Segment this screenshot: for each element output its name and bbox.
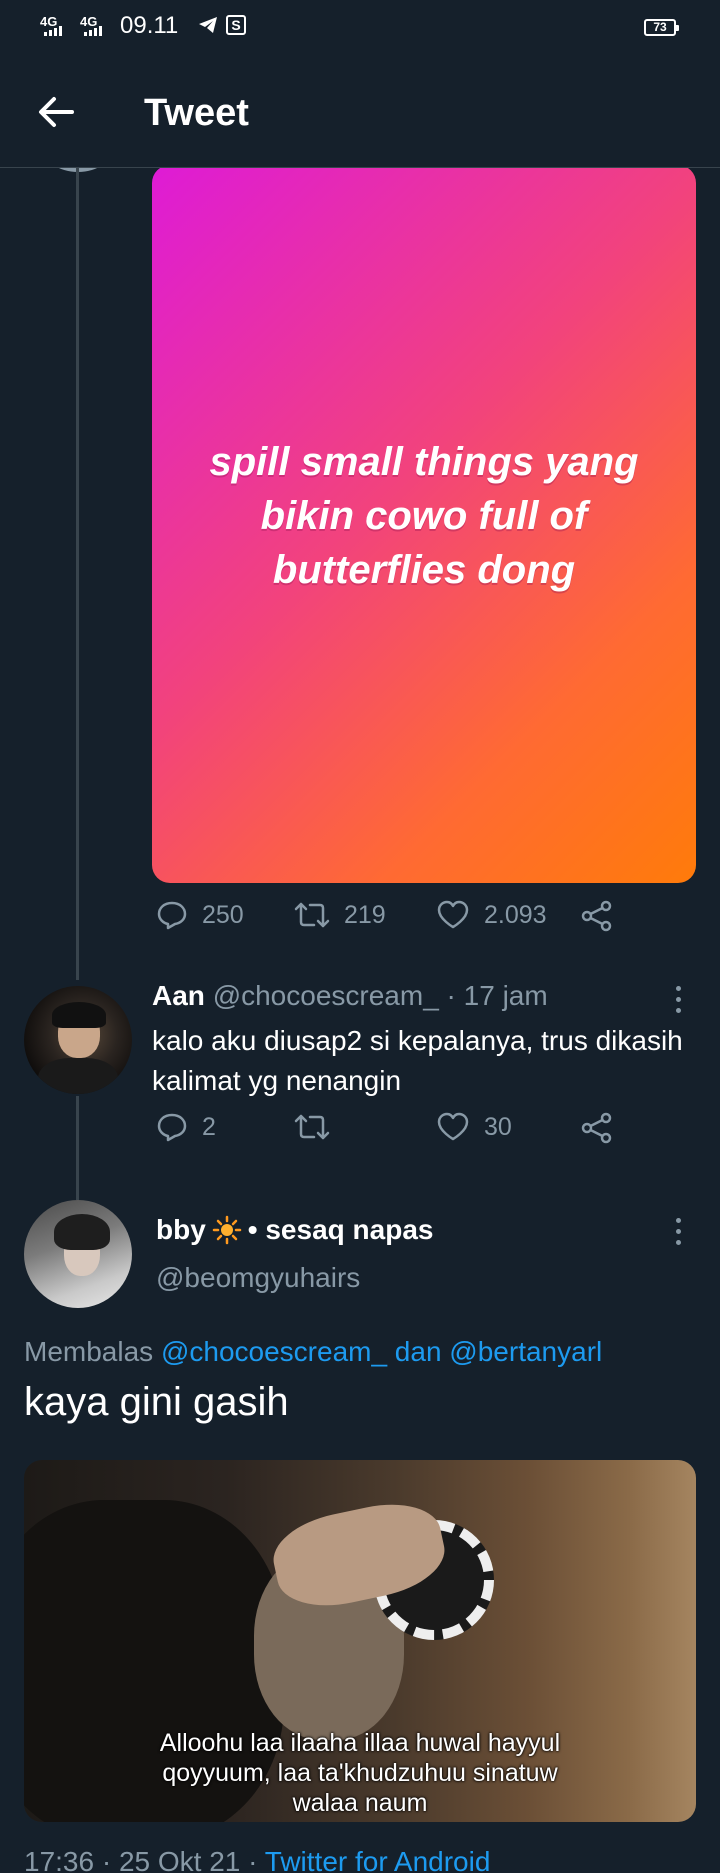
- reply-count: 250: [202, 900, 244, 929]
- like-button-2[interactable]: 30: [436, 1112, 512, 1142]
- thread-line: [76, 168, 79, 980]
- main-tweet-avatar[interactable]: [24, 1200, 132, 1308]
- media-text: spill small things yang bikin cowo full …: [209, 440, 639, 592]
- back-arrow-icon[interactable]: [34, 90, 78, 134]
- top-bar: Tweet: [0, 56, 720, 168]
- tweet-media-image[interactable]: spill small things yang bikin cowo full …: [152, 165, 696, 883]
- reply-button[interactable]: 250: [156, 900, 244, 930]
- replying-to: Membalas @chocoescream_ dan @bertanyarl: [24, 1336, 602, 1368]
- signal-icon-2: [84, 26, 102, 36]
- retweet-count: 219: [344, 900, 386, 929]
- more-options-icon[interactable]: [674, 986, 682, 1016]
- tweet-time: 17:36: [24, 1846, 95, 1873]
- avatar-body: [38, 1058, 118, 1094]
- thread-line-2: [76, 1096, 79, 1200]
- clock: 09.11: [120, 12, 179, 39]
- reply-icon: [157, 901, 187, 930]
- like-count: 30: [484, 1112, 512, 1141]
- main-tweet-media[interactable]: Alloohu laa ilaaha illaa huwal hayyul qo…: [24, 1460, 696, 1822]
- telegram-icon: [199, 17, 217, 33]
- caption-line-3: walaa naum: [292, 1789, 428, 1817]
- tweet-actions: 250 219 2.093: [152, 900, 632, 944]
- replying-prefix: Membalas: [24, 1336, 154, 1367]
- replying-users-link[interactable]: @chocoescream_ dan @bertanyarl: [161, 1336, 602, 1367]
- reply-header: Aan @chocoescream_ · 17 jam: [152, 980, 548, 1012]
- retweet-button[interactable]: 219: [294, 900, 386, 930]
- like-button[interactable]: 2.093: [436, 900, 547, 930]
- app-notification-icon: S: [226, 15, 246, 35]
- reply-text: kalo aku diusap2 si kepalanya, trus dika…: [152, 1025, 683, 1096]
- retweet-icon: [294, 1114, 330, 1140]
- reply-button-2[interactable]: 2: [156, 1112, 216, 1142]
- retweet-icon: [294, 902, 330, 928]
- reply-actions: 2 30: [152, 1112, 632, 1156]
- reply-author-handle[interactable]: @chocoescream_: [213, 980, 439, 1011]
- reply-icon: [157, 1113, 187, 1142]
- retweet-button-2[interactable]: [294, 1112, 344, 1142]
- share-button-2[interactable]: [580, 1112, 614, 1144]
- avatar-hair: [54, 1214, 110, 1250]
- caption-line-2: qoyyuum, laa ta'khudzuhuu sinatuw: [162, 1759, 558, 1787]
- page-title: Tweet: [144, 92, 249, 134]
- sun-emoji-icon: [212, 1215, 242, 1245]
- reply-author-name[interactable]: Aan: [152, 980, 205, 1011]
- avatar-hair: [52, 1002, 106, 1028]
- more-options-icon[interactable]: [674, 1218, 682, 1248]
- heart-icon: [437, 900, 469, 929]
- page: 4G 4G 09.11 S 73 Tweet spill small thing…: [0, 0, 720, 1873]
- share-button[interactable]: [580, 900, 614, 932]
- tweet-date: 25 Okt 21: [118, 1846, 241, 1873]
- share-icon: [581, 900, 612, 932]
- avatar[interactable]: [24, 986, 132, 1094]
- author-name-suffix: • sesaq napas: [247, 1214, 434, 1245]
- media-caption: Alloohu laa ilaaha illaa huwal hayyul qo…: [24, 1728, 696, 1818]
- main-author-name[interactable]: bby • sesaq napas: [156, 1214, 433, 1246]
- reply-count: 2: [202, 1112, 216, 1141]
- tweet-client-link[interactable]: Twitter for Android: [265, 1846, 491, 1873]
- status-bar: 4G 4G 09.11 S 73: [0, 0, 720, 56]
- tweet-timestamp: 17:36 · 25 Okt 21 · Twitter for Android: [24, 1846, 490, 1873]
- like-count: 2.093: [484, 900, 547, 929]
- share-icon: [581, 1112, 612, 1144]
- author-name: bby: [156, 1214, 206, 1245]
- caption-line-1: Alloohu laa ilaaha illaa huwal hayyul: [159, 1729, 561, 1757]
- signal-icon: [44, 26, 62, 36]
- main-tweet-text: kaya gini gasih: [24, 1380, 289, 1424]
- reply-time: · 17 jam: [446, 980, 548, 1011]
- main-author-handle[interactable]: @beomgyuhairs: [156, 1262, 360, 1294]
- battery-icon: 73: [644, 19, 679, 36]
- heart-icon: [437, 1112, 469, 1141]
